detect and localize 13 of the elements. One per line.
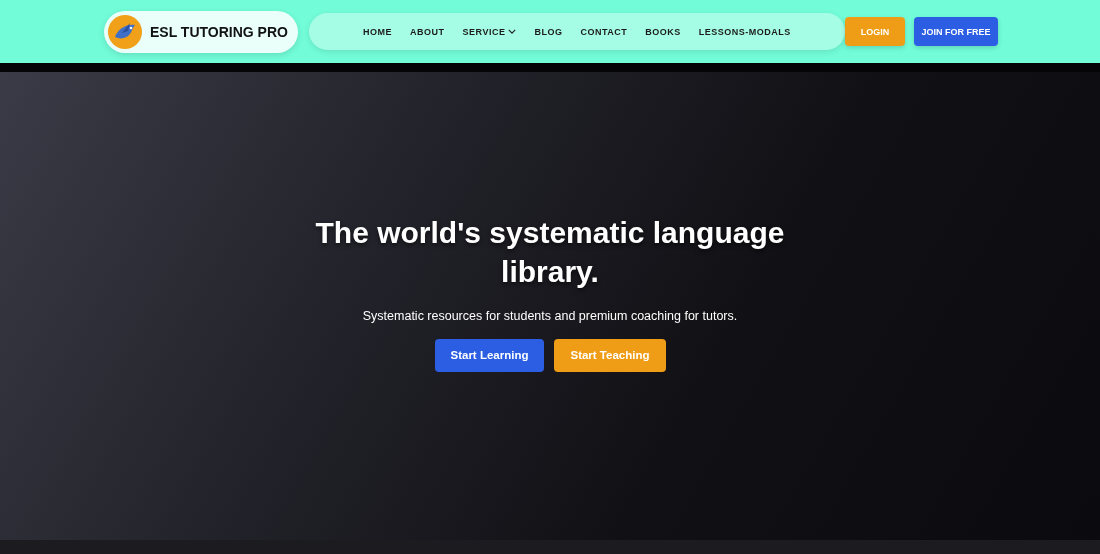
nav-link[interactable]: LESSONS-MODALS [698,26,791,37]
brand-name: ESL TUTORING PRO [150,23,288,40]
nav-link[interactable]: CONTACT [580,26,628,37]
nav-link[interactable]: BOOKS [645,26,681,37]
start-learning-button[interactable]: Start Learning [434,338,545,372]
nav-link[interactable]: HOME [363,26,393,37]
nav-link[interactable]: ABOUT [410,26,445,37]
hero-title: The world's systematic language library. [314,214,786,290]
nav-link[interactable]: BLOG [534,26,563,37]
join-button[interactable]: JOIN FOR FREE [914,17,998,46]
nav-link[interactable]: SERVICE [462,26,517,37]
hero-subtitle: Systematic resources for students and premium coaching for tutors. [362,308,738,323]
brand-pill[interactable]: ESL TUTORING PRO [104,10,298,53]
